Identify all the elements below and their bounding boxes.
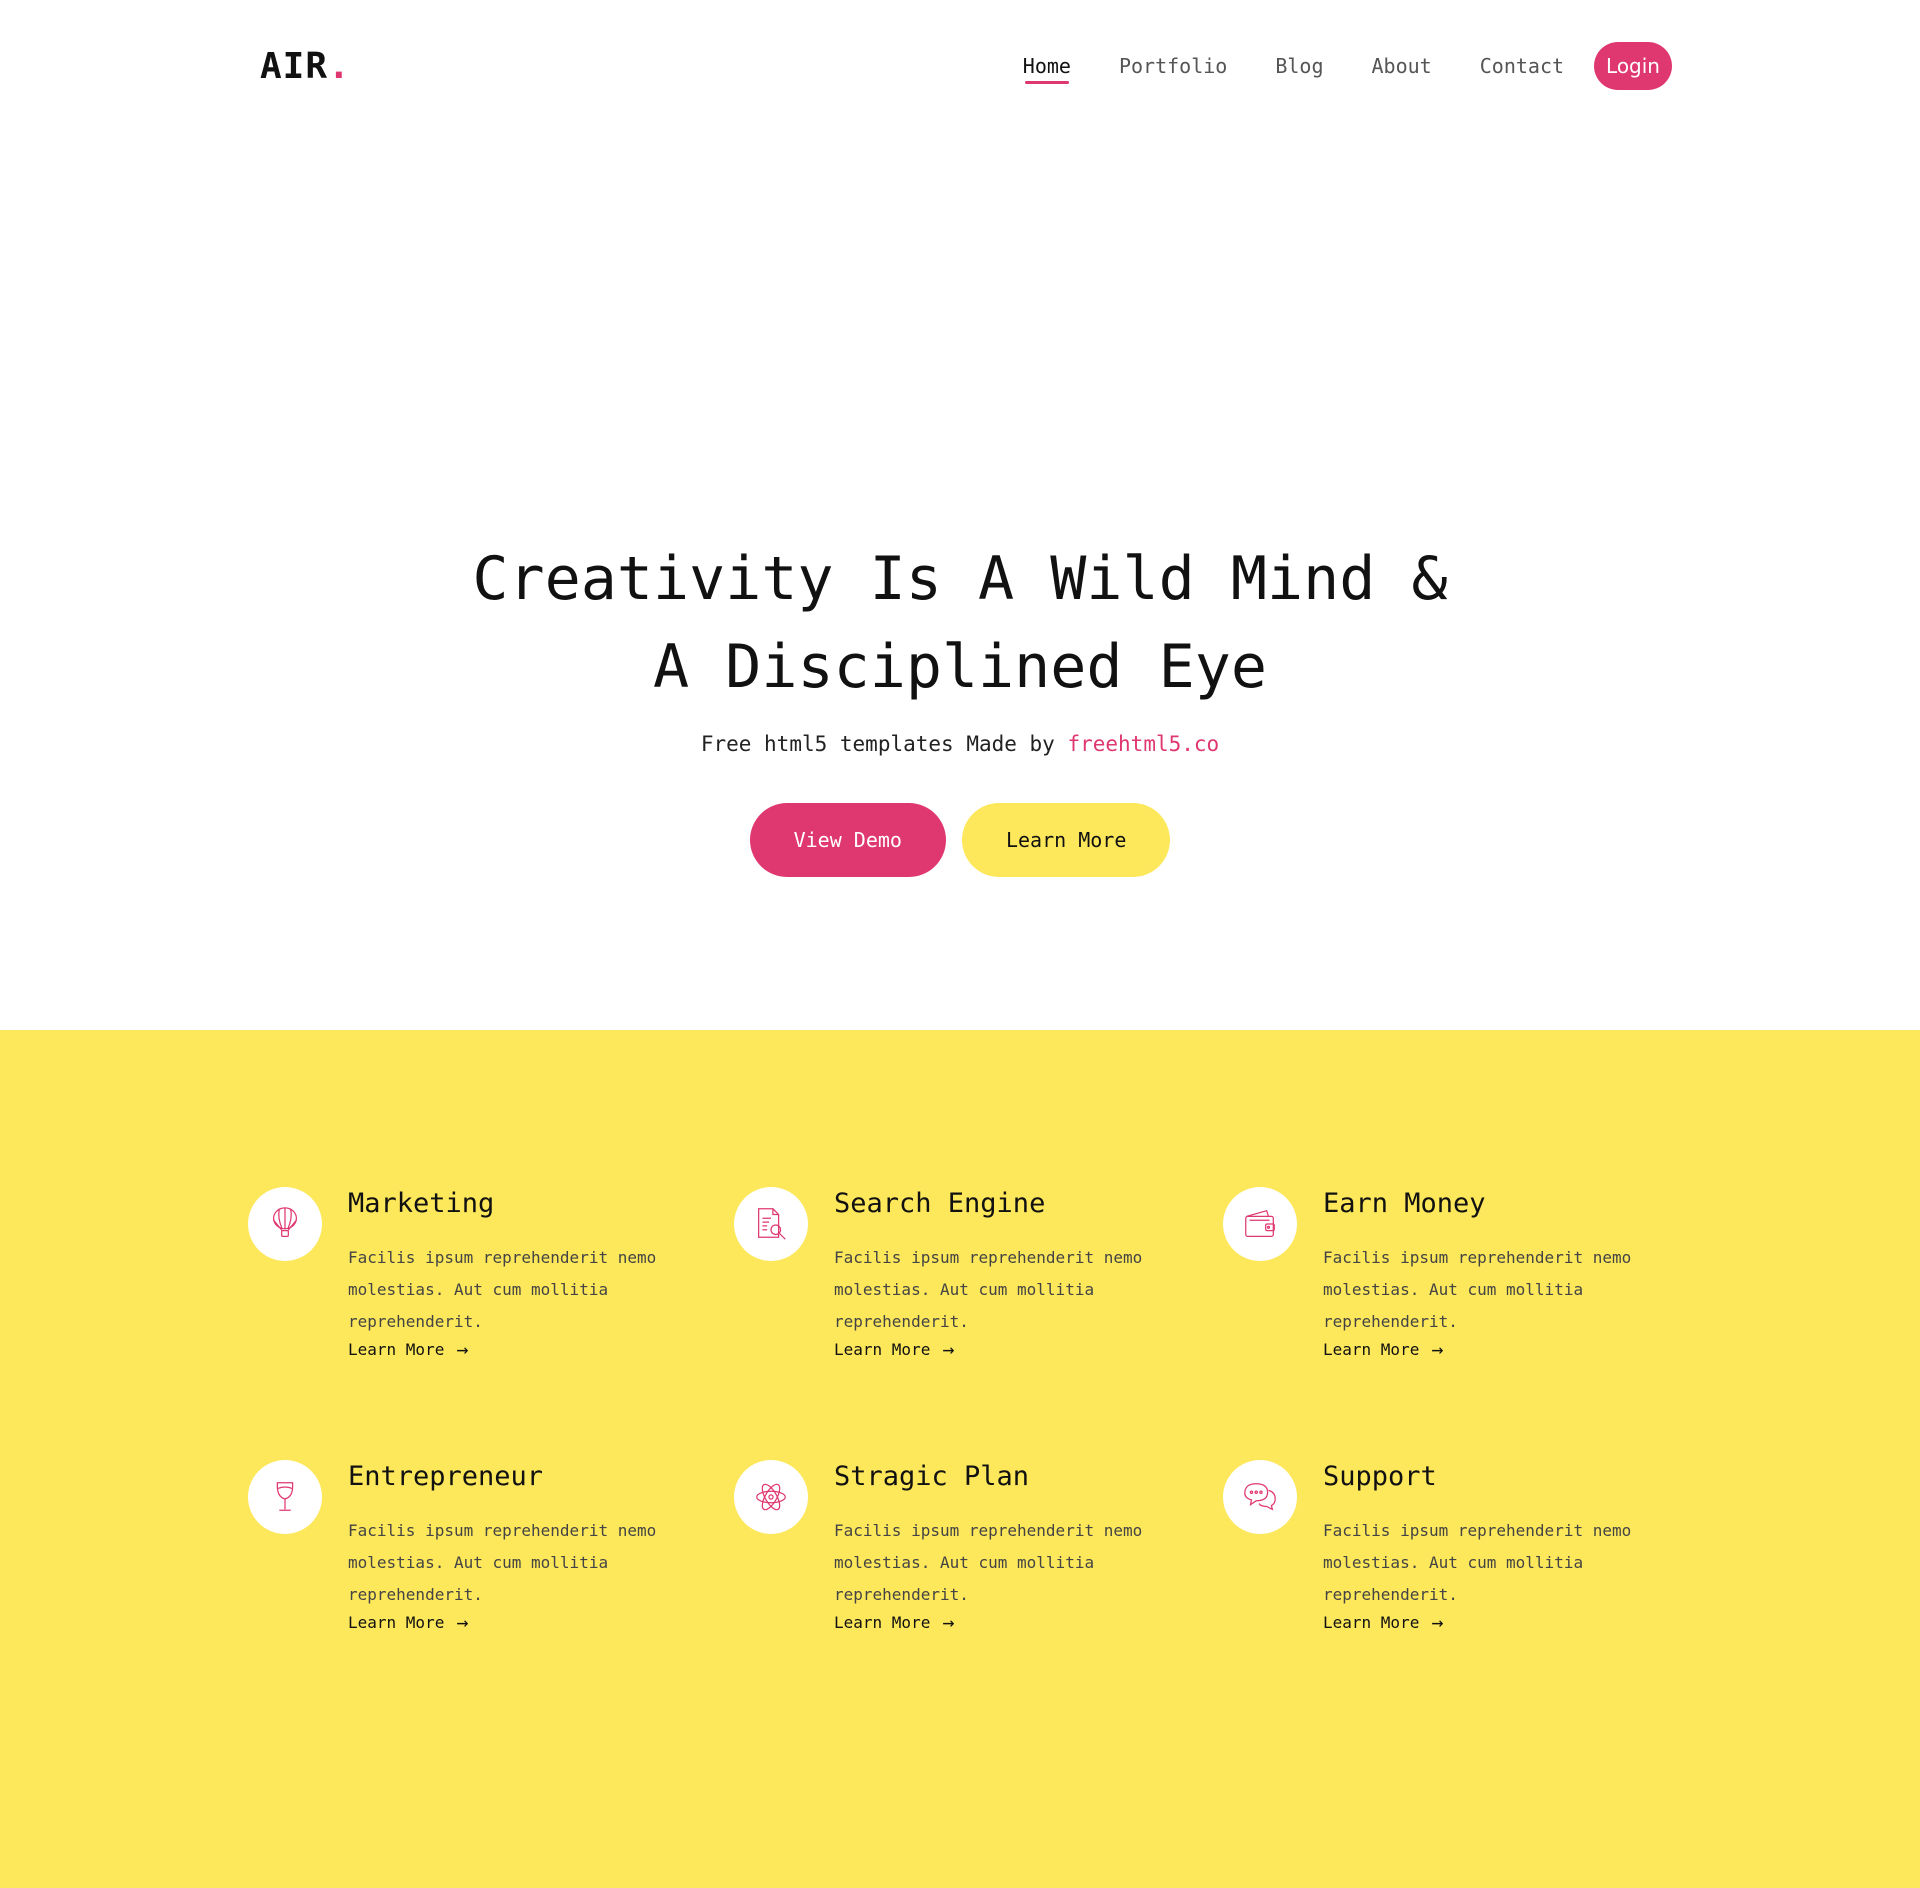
feature-link-label: Learn More bbox=[348, 1612, 445, 1632]
feature-text: Facilis ipsum reprehenderit nemo molesti… bbox=[348, 1521, 657, 1604]
feature-title: Marketing bbox=[348, 1188, 495, 1219]
nav-portfolio[interactable]: Portfolio bbox=[1119, 40, 1227, 92]
arrow-right-icon: → bbox=[456, 1337, 469, 1361]
feature-learn-more-link[interactable]: Learn More → bbox=[348, 1337, 468, 1361]
site-header: AIR. Home Portfolio Blog About Contact L… bbox=[0, 0, 1920, 140]
feature-learn-more-link[interactable]: Learn More → bbox=[1323, 1610, 1443, 1634]
features-section: Marketing Facilis ipsum reprehenderit ne… bbox=[0, 1030, 1920, 1888]
feature-earn-money: Earn Money Facilis ipsum reprehenderit n… bbox=[1223, 1187, 1693, 1427]
hero-subtitle-text: Free html5 templates Made by bbox=[700, 732, 1068, 756]
login-button[interactable]: Login bbox=[1594, 42, 1672, 90]
wallet-icon bbox=[1223, 1187, 1297, 1261]
logo-text: AIR bbox=[260, 46, 329, 87]
arrow-right-icon: → bbox=[1431, 1610, 1444, 1634]
freehtml5-link[interactable]: freehtml5.co bbox=[1067, 732, 1219, 756]
feature-text: Facilis ipsum reprehenderit nemo molesti… bbox=[348, 1248, 657, 1331]
feature-marketing: Marketing Facilis ipsum reprehenderit ne… bbox=[248, 1187, 718, 1427]
feature-link-label: Learn More bbox=[348, 1339, 445, 1359]
chat-bubbles-icon bbox=[1223, 1460, 1297, 1534]
feature-link-label: Learn More bbox=[1323, 1339, 1420, 1359]
hero-subtitle: Free html5 templates Made by freehtml5.c… bbox=[0, 732, 1920, 756]
nav-about[interactable]: About bbox=[1372, 40, 1432, 92]
learn-more-button[interactable]: Learn More bbox=[961, 803, 1171, 877]
balloon-icon bbox=[248, 1187, 322, 1261]
feature-title: Entrepreneur bbox=[348, 1461, 544, 1492]
hero-title-line2: A Disciplined Eye bbox=[652, 632, 1268, 702]
feature-learn-more-link[interactable]: Learn More → bbox=[348, 1610, 468, 1634]
feature-stragic-plan: Stragic Plan Facilis ipsum reprehenderit… bbox=[734, 1460, 1204, 1700]
feature-link-label: Learn More bbox=[834, 1612, 931, 1632]
hero-title-line1: Creativity Is A Wild Mind & bbox=[472, 544, 1448, 614]
feature-text: Facilis ipsum reprehenderit nemo molesti… bbox=[1323, 1521, 1632, 1604]
feature-title: Stragic Plan bbox=[834, 1461, 1030, 1492]
feature-learn-more-link[interactable]: Learn More → bbox=[1323, 1337, 1443, 1361]
arrow-right-icon: → bbox=[1431, 1337, 1444, 1361]
arrow-right-icon: → bbox=[942, 1610, 955, 1634]
view-demo-button[interactable]: View Demo bbox=[749, 803, 946, 877]
feature-learn-more-link[interactable]: Learn More → bbox=[834, 1337, 954, 1361]
feature-text: Facilis ipsum reprehenderit nemo molesti… bbox=[834, 1248, 1143, 1331]
logo[interactable]: AIR. bbox=[260, 46, 351, 87]
nav-blog[interactable]: Blog bbox=[1275, 40, 1323, 92]
arrow-right-icon: → bbox=[456, 1610, 469, 1634]
wine-glass-icon bbox=[248, 1460, 322, 1534]
nav-home[interactable]: Home bbox=[1023, 40, 1071, 92]
atom-icon bbox=[734, 1460, 808, 1534]
feature-title: Earn Money bbox=[1323, 1188, 1486, 1219]
feature-search-engine: Search Engine Facilis ipsum reprehenderi… bbox=[734, 1187, 1204, 1427]
feature-title: Support bbox=[1323, 1461, 1437, 1492]
feature-link-label: Learn More bbox=[1323, 1612, 1420, 1632]
hero-section: Creativity Is A Wild Mind & A Discipline… bbox=[0, 140, 1920, 1030]
main-nav: Home Portfolio Blog About Contact Login bbox=[975, 40, 1672, 92]
feature-entrepreneur: Entrepreneur Facilis ipsum reprehenderit… bbox=[248, 1460, 718, 1700]
feature-text: Facilis ipsum reprehenderit nemo molesti… bbox=[1323, 1248, 1632, 1331]
feature-title: Search Engine bbox=[834, 1188, 1046, 1219]
feature-support: Support Facilis ipsum reprehenderit nemo… bbox=[1223, 1460, 1693, 1700]
hero-buttons: View Demo Learn More bbox=[0, 803, 1920, 877]
hero-title: Creativity Is A Wild Mind & A Discipline… bbox=[0, 535, 1920, 711]
arrow-right-icon: → bbox=[942, 1337, 955, 1361]
feature-learn-more-link[interactable]: Learn More → bbox=[834, 1610, 954, 1634]
nav-contact[interactable]: Contact bbox=[1480, 40, 1564, 92]
document-search-icon bbox=[734, 1187, 808, 1261]
logo-dot: . bbox=[328, 46, 351, 87]
feature-text: Facilis ipsum reprehenderit nemo molesti… bbox=[834, 1521, 1143, 1604]
feature-link-label: Learn More bbox=[834, 1339, 931, 1359]
